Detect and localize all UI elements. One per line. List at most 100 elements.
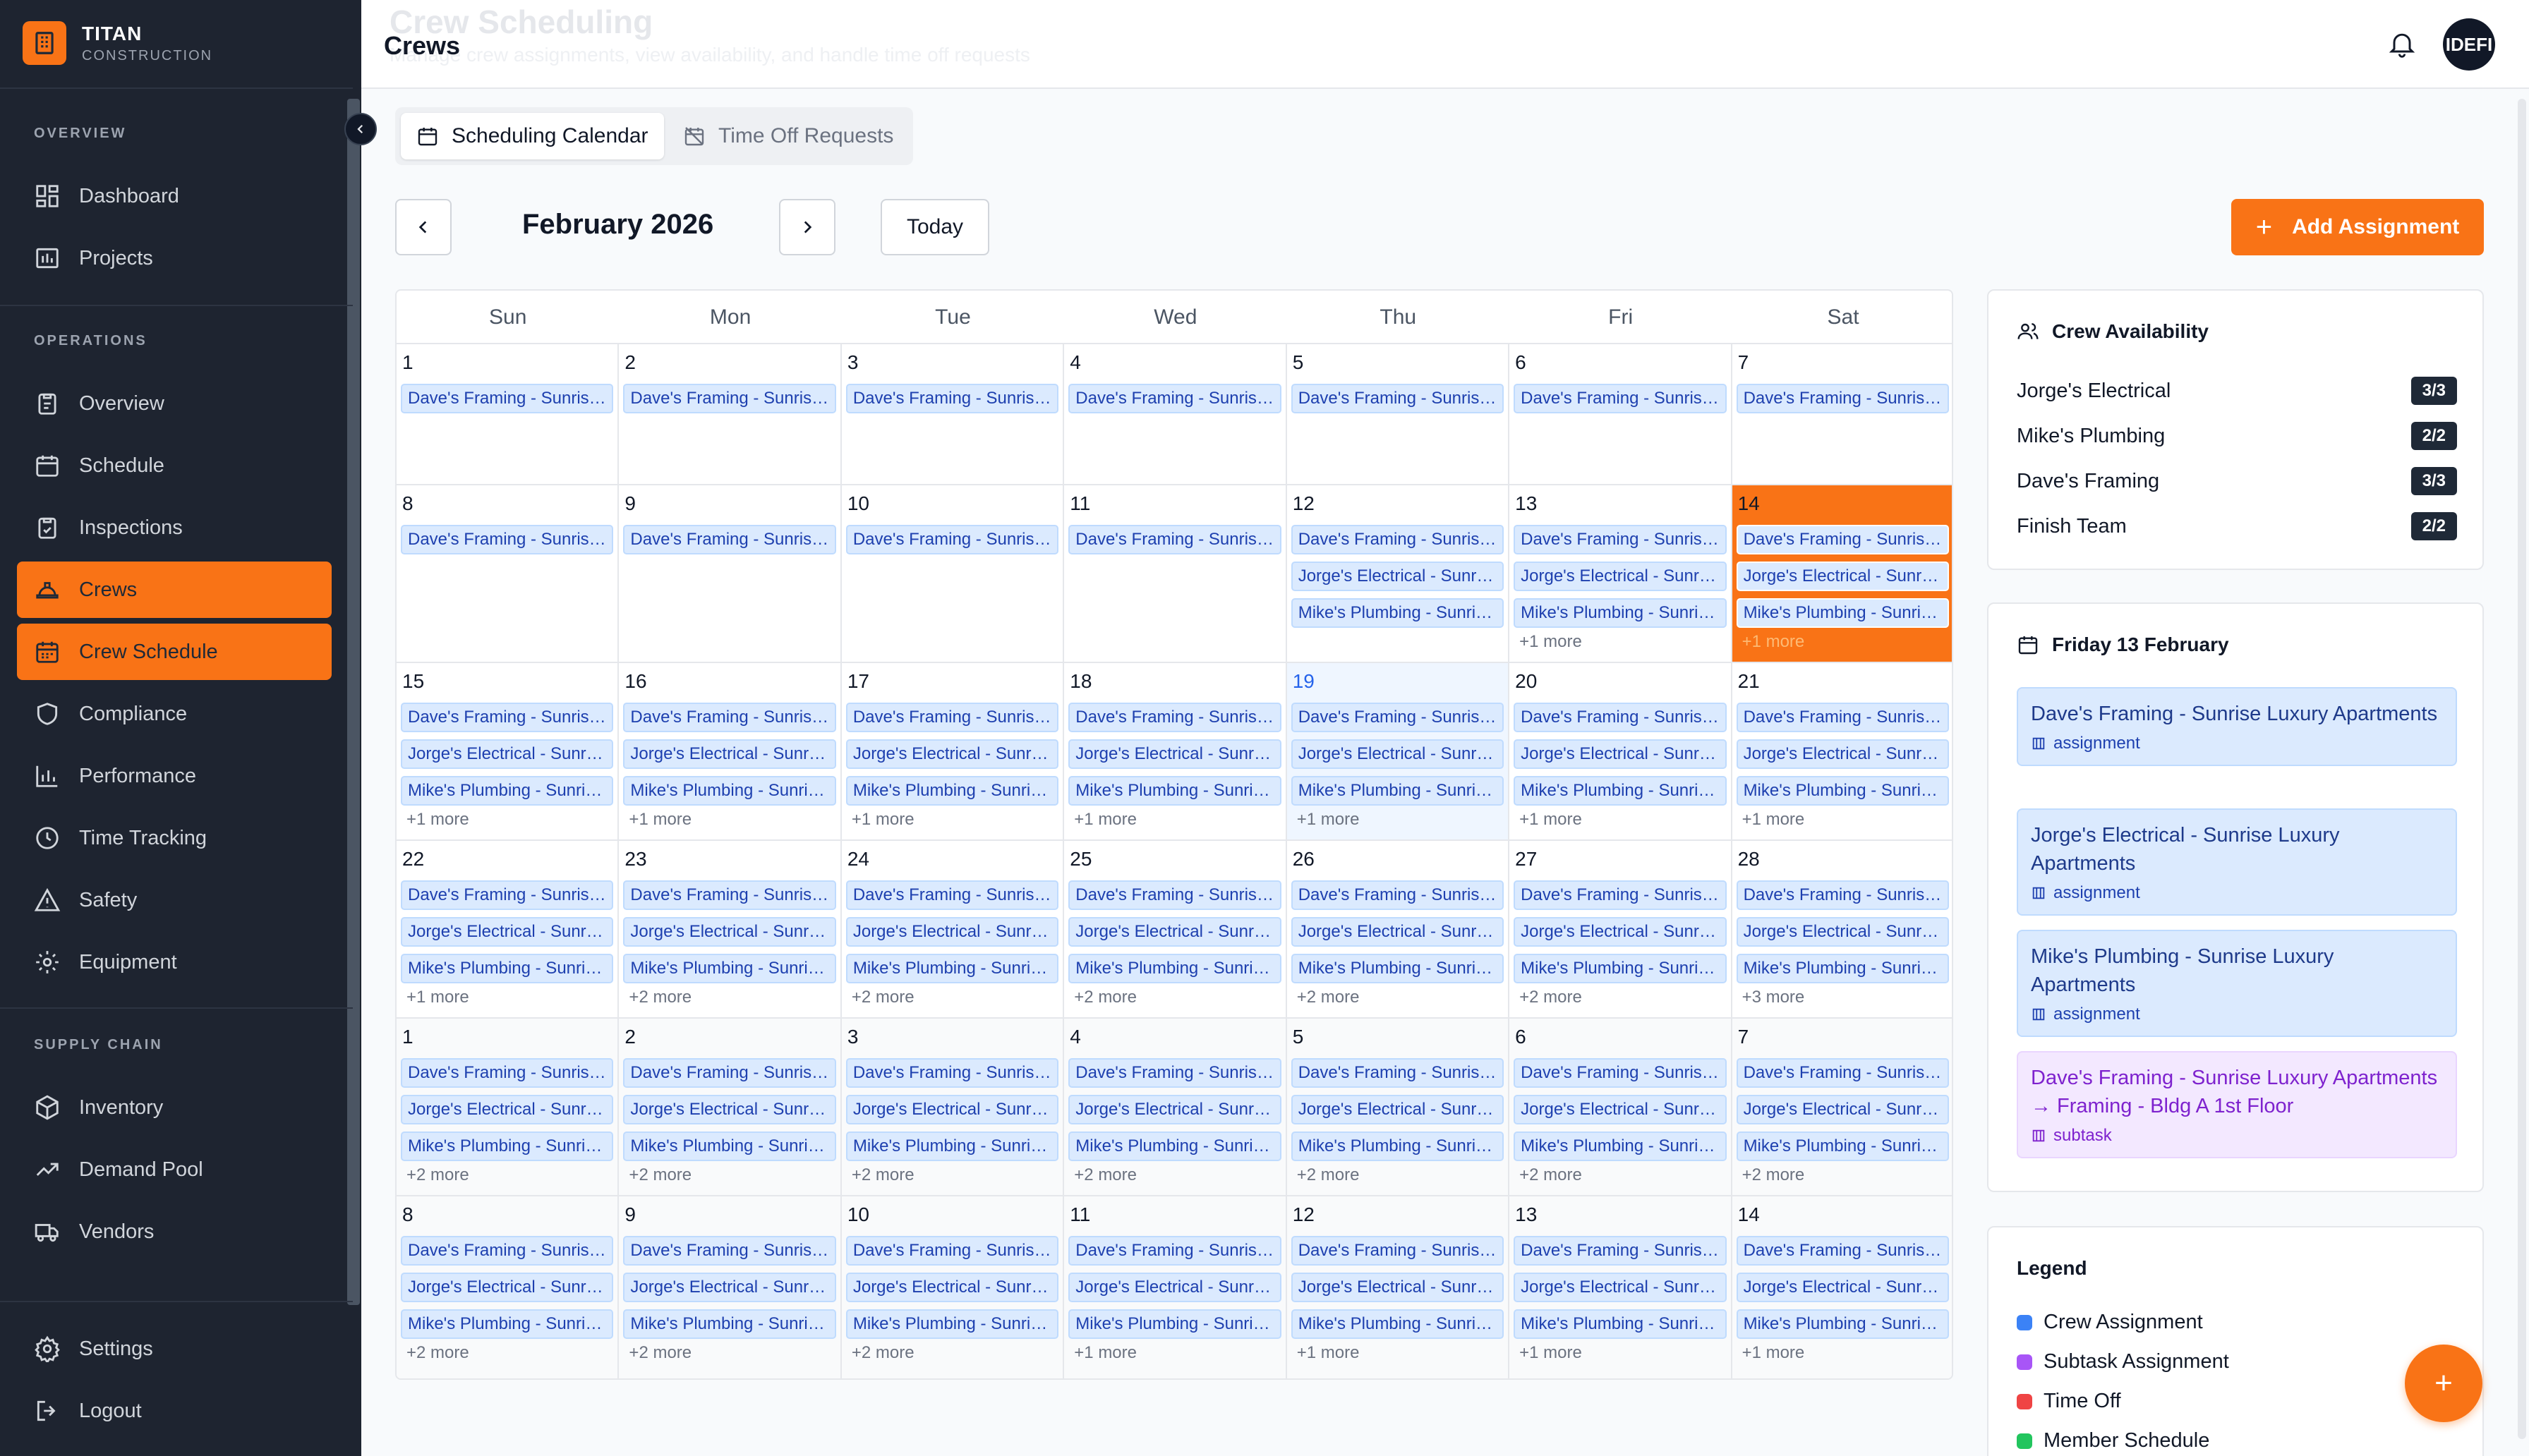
- event-chip[interactable]: Dave's Framing - Sunrise Luxury Apartmen…: [1291, 384, 1504, 413]
- event-chip[interactable]: Mike's Plumbing - Sunrise Luxury Apartme…: [1736, 776, 1949, 806]
- more-events-link[interactable]: +1 more: [1291, 810, 1504, 830]
- more-events-link[interactable]: +1 more: [401, 810, 613, 830]
- event-chip[interactable]: Dave's Framing - Sunrise Luxury Apartmen…: [1068, 384, 1281, 413]
- event-chip[interactable]: Jorge's Electrical - Sunrise Luxury Apar…: [845, 1095, 1059, 1124]
- calendar-day-cell[interactable]: 14 Dave's Framing - Sunrise Luxury Apartm…: [1732, 485, 1952, 663]
- event-chip[interactable]: Dave's Framing - Sunrise Luxury Apartmen…: [1068, 703, 1281, 732]
- calendar-day-cell[interactable]: 12 Dave's Framing - Sunrise Luxury Apartm…: [1286, 485, 1510, 663]
- event-chip[interactable]: Dave's Framing - Sunrise Luxury Apartmen…: [1514, 1058, 1727, 1088]
- bell-icon[interactable]: [2386, 28, 2418, 59]
- more-events-link[interactable]: +2 more: [1291, 1165, 1504, 1185]
- event-chip[interactable]: Dave's Framing - Sunrise Luxury Apartmen…: [845, 1058, 1059, 1088]
- more-events-link[interactable]: +1 more: [1737, 810, 1949, 830]
- calendar-day-cell[interactable]: 18 Dave's Framing - Sunrise Luxury Apartm…: [1064, 663, 1287, 841]
- event-chip[interactable]: Mike's Plumbing - Sunrise Luxury Apartme…: [1291, 954, 1504, 983]
- tab-scheduling-calendar[interactable]: Scheduling Calendar: [401, 113, 664, 159]
- event-chip[interactable]: Dave's Framing - Sunrise Luxury Apartmen…: [845, 703, 1059, 732]
- calendar-day-cell[interactable]: 21 Dave's Framing - Sunrise Luxury Apartm…: [1732, 663, 1952, 841]
- calendar-day-cell[interactable]: 7 Dave's Framing - Sunrise Luxury Apartme…: [1732, 344, 1952, 485]
- page-scrollbar[interactable]: [2518, 99, 2526, 1439]
- event-chip[interactable]: Dave's Framing - Sunrise Luxury Apartmen…: [1514, 1236, 1727, 1266]
- event-chip[interactable]: Jorge's Electrical - Sunrise Luxury Apar…: [1291, 1273, 1504, 1302]
- calendar-day-cell[interactable]: 23 Dave's Framing - Sunrise Luxury Apartm…: [619, 841, 842, 1019]
- event-chip[interactable]: Jorge's Electrical - Sunrise Luxury Apar…: [1291, 562, 1504, 591]
- event-chip[interactable]: Jorge's Electrical - Sunrise Luxury Apar…: [1736, 1095, 1949, 1124]
- event-chip[interactable]: Jorge's Electrical - Sunrise Luxury Apar…: [1514, 1273, 1727, 1302]
- calendar-day-cell[interactable]: 26 Dave's Framing - Sunrise Luxury Apartm…: [1286, 841, 1510, 1019]
- calendar-day-cell[interactable]: 11 Dave's Framing - Sunrise Luxury Apartm…: [1064, 1196, 1287, 1378]
- event-chip[interactable]: Jorge's Electrical - Sunrise Luxury Apar…: [401, 1273, 614, 1302]
- more-events-link[interactable]: +2 more: [623, 1165, 835, 1185]
- calendar-day-cell[interactable]: 19 Dave's Framing - Sunrise Luxury Apartm…: [1286, 663, 1510, 841]
- day-assignment-card[interactable]: Jorge's Electrical - Sunrise Luxury Apar…: [2017, 808, 2457, 916]
- event-chip[interactable]: Mike's Plumbing - Sunrise Luxury Apartme…: [623, 1132, 836, 1161]
- event-chip[interactable]: Mike's Plumbing - Sunrise Luxury Apartme…: [1068, 1309, 1281, 1339]
- event-chip[interactable]: Jorge's Electrical - Sunrise Luxury Apar…: [1291, 1095, 1504, 1124]
- event-chip[interactable]: Mike's Plumbing - Sunrise Luxury Apartme…: [623, 954, 836, 983]
- event-chip[interactable]: Mike's Plumbing - Sunrise Luxury Apartme…: [845, 1132, 1059, 1161]
- more-events-link[interactable]: +1 more: [623, 810, 835, 830]
- event-chip[interactable]: Dave's Framing - Sunrise Luxury Apartmen…: [1291, 1058, 1504, 1088]
- event-chip[interactable]: Dave's Framing - Sunrise Luxury Apartmen…: [1068, 1236, 1281, 1266]
- more-events-link[interactable]: +1 more: [1737, 632, 1949, 652]
- calendar-day-cell[interactable]: 15 Dave's Framing - Sunrise Luxury Apartm…: [397, 663, 620, 841]
- event-chip[interactable]: Mike's Plumbing - Sunrise Luxury Apartme…: [845, 1309, 1059, 1339]
- more-events-link[interactable]: +2 more: [623, 1343, 835, 1363]
- more-events-link[interactable]: +2 more: [623, 988, 835, 1007]
- more-events-link[interactable]: +2 more: [1514, 988, 1726, 1007]
- event-chip[interactable]: Mike's Plumbing - Sunrise Luxury Apartme…: [1068, 776, 1281, 806]
- calendar-day-cell[interactable]: 13 Dave's Framing - Sunrise Luxury Apartm…: [1509, 1196, 1732, 1378]
- event-chip[interactable]: Mike's Plumbing - Sunrise Luxury Apartme…: [1291, 1132, 1504, 1161]
- event-chip[interactable]: Jorge's Electrical - Sunrise Luxury Apar…: [845, 739, 1059, 769]
- sidebar-item-compliance[interactable]: Compliance: [17, 686, 332, 742]
- prev-month-button[interactable]: [395, 199, 452, 255]
- more-events-link[interactable]: +2 more: [1068, 988, 1281, 1007]
- more-events-link[interactable]: +2 more: [846, 1165, 1058, 1185]
- calendar-day-cell[interactable]: 25 Dave's Framing - Sunrise Luxury Apartm…: [1064, 841, 1287, 1019]
- event-chip[interactable]: Mike's Plumbing - Sunrise Luxury Apartme…: [1514, 598, 1727, 628]
- event-chip[interactable]: Mike's Plumbing - Sunrise Luxury Apartme…: [401, 1309, 614, 1339]
- more-events-link[interactable]: +2 more: [401, 1165, 613, 1185]
- event-chip[interactable]: Mike's Plumbing - Sunrise Luxury Apartme…: [401, 1132, 614, 1161]
- event-chip[interactable]: Jorge's Electrical - Sunrise Luxury Apar…: [845, 1273, 1059, 1302]
- sidebar-item-crews[interactable]: Crews: [17, 562, 332, 618]
- event-chip[interactable]: Jorge's Electrical - Sunrise Luxury Apar…: [1514, 1095, 1727, 1124]
- calendar-day-cell[interactable]: 6 Dave's Framing - Sunrise Luxury Apartme…: [1509, 1019, 1732, 1196]
- calendar-day-cell[interactable]: 4 Dave's Framing - Sunrise Luxury Apartme…: [1064, 344, 1287, 485]
- event-chip[interactable]: Jorge's Electrical - Sunrise Luxury Apar…: [1736, 1273, 1949, 1302]
- fab-add-button[interactable]: +: [2405, 1345, 2482, 1422]
- calendar-day-cell[interactable]: 5 Dave's Framing - Sunrise Luxury Apartme…: [1286, 344, 1510, 485]
- more-events-link[interactable]: +1 more: [1068, 1343, 1281, 1363]
- event-chip[interactable]: Dave's Framing - Sunrise Luxury Apartmen…: [845, 525, 1059, 554]
- calendar-day-cell[interactable]: 2 Dave's Framing - Sunrise Luxury Apartme…: [619, 1019, 842, 1196]
- event-chip[interactable]: Dave's Framing - Sunrise Luxury Apartmen…: [623, 1236, 836, 1266]
- sidebar-item-schedule[interactable]: Schedule: [17, 437, 332, 494]
- event-chip[interactable]: Dave's Framing - Sunrise Luxury Apartmen…: [401, 1236, 614, 1266]
- event-chip[interactable]: Jorge's Electrical - Sunrise Luxury Apar…: [623, 739, 836, 769]
- event-chip[interactable]: Jorge's Electrical - Sunrise Luxury Apar…: [1514, 562, 1727, 591]
- more-events-link[interactable]: +2 more: [1291, 988, 1504, 1007]
- sidebar-item-inventory[interactable]: Inventory: [17, 1079, 332, 1136]
- calendar-day-cell[interactable]: 20 Dave's Framing - Sunrise Luxury Apartm…: [1509, 663, 1732, 841]
- calendar-day-cell[interactable]: 11 Dave's Framing - Sunrise Luxury Apartm…: [1064, 485, 1287, 663]
- event-chip[interactable]: Dave's Framing - Sunrise Luxury Apartmen…: [1514, 525, 1727, 554]
- event-chip[interactable]: Mike's Plumbing - Sunrise Luxury Apartme…: [1068, 1132, 1281, 1161]
- today-button[interactable]: Today: [881, 199, 989, 255]
- event-chip[interactable]: Mike's Plumbing - Sunrise Luxury Apartme…: [1291, 776, 1504, 806]
- calendar-day-cell[interactable]: 10 Dave's Framing - Sunrise Luxury Apartm…: [841, 1196, 1065, 1378]
- event-chip[interactable]: Mike's Plumbing - Sunrise Luxury Apartme…: [1291, 1309, 1504, 1339]
- event-chip[interactable]: Mike's Plumbing - Sunrise Luxury Apartme…: [623, 776, 836, 806]
- event-chip[interactable]: Dave's Framing - Sunrise Luxury Apartmen…: [401, 525, 614, 554]
- more-events-link[interactable]: +3 more: [1737, 988, 1949, 1007]
- event-chip[interactable]: Dave's Framing - Sunrise Luxury Apartmen…: [623, 384, 836, 413]
- collapse-sidebar-button[interactable]: [344, 113, 377, 145]
- calendar-day-cell[interactable]: 16 Dave's Framing - Sunrise Luxury Apartm…: [619, 663, 842, 841]
- event-chip[interactable]: Mike's Plumbing - Sunrise Luxury Apartme…: [1068, 954, 1281, 983]
- event-chip[interactable]: Mike's Plumbing - Sunrise Luxury Apartme…: [1736, 1309, 1949, 1339]
- more-events-link[interactable]: +1 more: [401, 988, 613, 1007]
- event-chip[interactable]: Dave's Framing - Sunrise Luxury Apartmen…: [1291, 880, 1504, 910]
- sidebar-item-settings[interactable]: Settings: [17, 1321, 332, 1377]
- sidebar-scrollbar[interactable]: [347, 99, 360, 1305]
- calendar-day-cell[interactable]: 5 Dave's Framing - Sunrise Luxury Apartme…: [1286, 1019, 1510, 1196]
- more-events-link[interactable]: +2 more: [1737, 1165, 1949, 1185]
